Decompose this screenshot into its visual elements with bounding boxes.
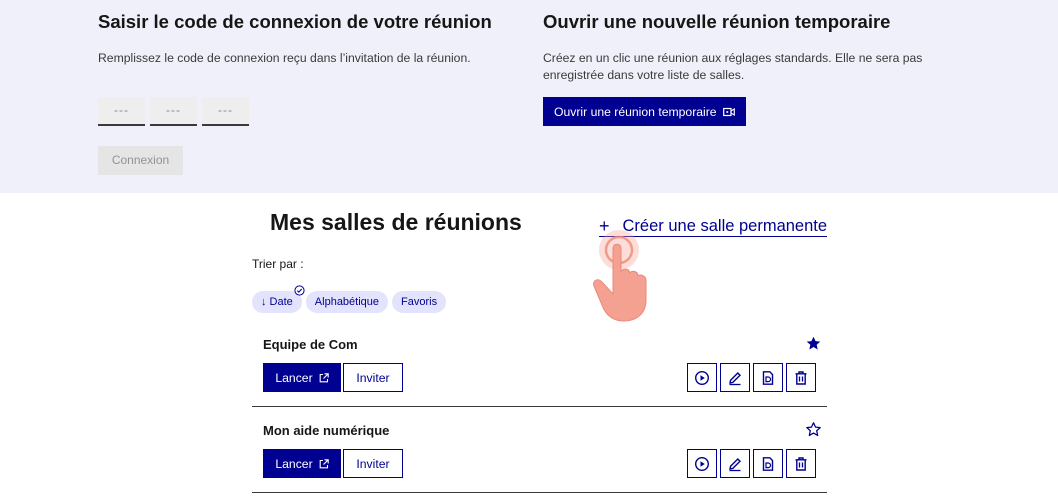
invite-button[interactable]: Inviter	[343, 363, 403, 392]
play-button[interactable]	[687, 363, 717, 392]
document-icon	[762, 370, 774, 385]
launch-button[interactable]: Lancer	[263, 449, 341, 478]
play-circle-icon	[694, 370, 710, 385]
sort-tag-date[interactable]: ↓ Date	[252, 285, 305, 313]
play-button[interactable]	[687, 449, 717, 478]
sort-tags: ↓ Date Alphabétique Favoris	[252, 285, 447, 313]
document-button[interactable]	[753, 449, 783, 478]
trash-icon	[795, 370, 807, 385]
delete-button[interactable]	[786, 449, 816, 478]
code-input-2[interactable]: ---	[150, 97, 197, 126]
join-description: Remplissez le code de connexion reçu dan…	[98, 51, 471, 65]
sort-label: Trier par :	[252, 257, 304, 271]
edit-button[interactable]	[720, 363, 750, 392]
document-button[interactable]	[753, 363, 783, 392]
tap-pointer-icon	[593, 230, 647, 322]
room-card: Equipe de Com Lancer Inviter	[252, 320, 827, 407]
pencil-icon	[729, 457, 741, 471]
room-actions	[687, 363, 816, 392]
temporary-description: Créez en un clic une réunion aux réglage…	[543, 51, 923, 82]
invite-button[interactable]: Inviter	[343, 449, 403, 478]
open-temporary-meeting-label: Ouvrir une réunion temporaire	[554, 104, 717, 119]
pencil-icon	[729, 371, 741, 385]
connect-button[interactable]: Connexion	[98, 146, 183, 175]
star-outline-icon[interactable]	[805, 421, 822, 438]
launch-button[interactable]: Lancer	[263, 363, 341, 392]
star-filled-icon[interactable]	[805, 335, 822, 352]
document-icon	[762, 456, 774, 471]
room-card: Mon aide numérique Lancer Inviter	[252, 406, 827, 493]
rooms-title: Mes salles de réunions	[270, 209, 522, 235]
create-permanent-room-label: Créer une salle permanente	[622, 217, 828, 235]
check-circle-icon	[294, 285, 305, 296]
delete-button[interactable]	[786, 363, 816, 392]
temporary-column: Ouvrir une nouvelle réunion temporaire C…	[543, 12, 943, 126]
code-input-3[interactable]: ---	[202, 97, 249, 126]
launch-label: Lancer	[275, 456, 313, 471]
play-circle-icon	[694, 456, 710, 471]
temporary-title: Ouvrir une nouvelle réunion temporaire	[543, 11, 891, 32]
sort-tag-favorites[interactable]: Favoris	[392, 291, 447, 313]
join-column: Saisir le code de connexion de votre réu…	[98, 12, 508, 175]
join-title: Saisir le code de connexion de votre réu…	[98, 11, 492, 32]
sort-tag-alphabetical[interactable]: Alphabétique	[305, 291, 389, 313]
trash-icon	[795, 456, 807, 471]
edit-button[interactable]	[720, 449, 750, 478]
sort-tag-date-label: ↓ Date	[261, 296, 293, 308]
code-input-1[interactable]: ---	[98, 97, 145, 126]
launch-label: Lancer	[275, 370, 313, 385]
external-link-icon	[319, 458, 329, 468]
room-actions	[687, 449, 816, 478]
external-link-icon	[319, 372, 329, 382]
room-name: Mon aide numérique	[263, 423, 390, 438]
room-name: Equipe de Com	[263, 337, 358, 352]
open-temporary-meeting-button[interactable]: Ouvrir une réunion temporaire	[543, 97, 746, 126]
video-camera-icon	[722, 107, 735, 116]
code-input-group: --- --- ---	[98, 97, 508, 126]
